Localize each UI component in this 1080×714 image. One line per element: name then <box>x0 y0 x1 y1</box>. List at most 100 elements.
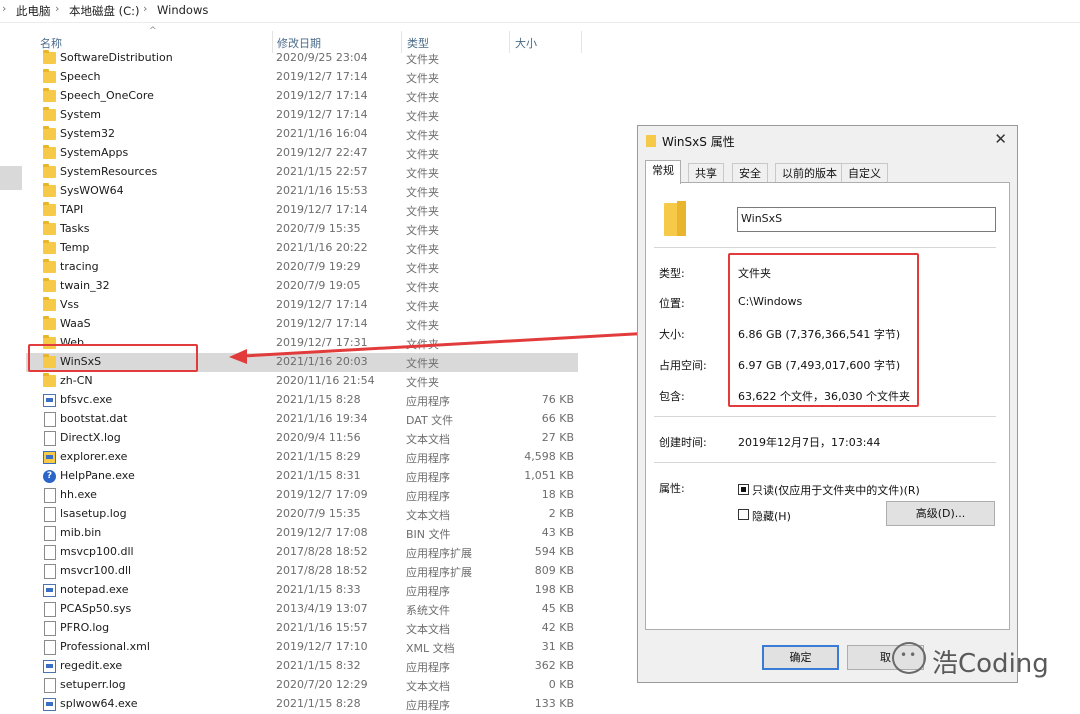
file-type: 文件夹 <box>406 243 439 256</box>
folder-name-input[interactable]: WinSxS <box>737 207 996 232</box>
file-row[interactable]: Speech 2019/12/7 17:14 文件夹 <box>26 68 578 87</box>
file-row[interactable]: bootstat.dat 2021/1/16 19:34 DAT 文件 66 KB <box>26 410 578 429</box>
folder-icon <box>43 316 56 330</box>
exe-icon <box>43 698 56 711</box>
file-row[interactable]: PFRO.log 2021/1/16 15:57 文本文档 42 KB <box>26 619 578 638</box>
file-row[interactable]: DirectX.log 2020/9/4 11:56 文本文档 27 KB <box>26 429 578 448</box>
file-type: 应用程序扩展 <box>406 547 472 560</box>
folder-icon <box>43 183 56 197</box>
file-date: 2021/1/15 8:28 <box>276 697 361 710</box>
file-size: 2 KB <box>548 507 574 520</box>
file-row[interactable]: notepad.exe 2021/1/15 8:33 应用程序 198 KB <box>26 581 578 600</box>
file-size: 66 KB <box>541 412 574 425</box>
file-size: 42 KB <box>541 621 574 634</box>
file-name: lsasetup.log <box>60 507 127 520</box>
attributes-label: 属性: <box>659 482 685 495</box>
hidden-checkbox[interactable] <box>738 509 749 520</box>
file-row[interactable]: Speech_OneCore 2019/12/7 17:14 文件夹 <box>26 87 578 106</box>
file-size: 1,051 KB <box>524 469 574 482</box>
file-row[interactable]: SysWOW64 2021/1/16 15:53 文件夹 <box>26 182 578 201</box>
file-type: 文件夹 <box>406 281 439 294</box>
folder-icon <box>43 88 56 102</box>
file-row[interactable]: tracing 2020/7/9 19:29 文件夹 <box>26 258 578 277</box>
file-name: msvcr100.dll <box>60 564 132 577</box>
file-type: 文本文档 <box>406 680 450 693</box>
file-row[interactable]: twain_32 2020/7/9 19:05 文件夹 <box>26 277 578 296</box>
file-icon <box>44 412 56 427</box>
file-row[interactable]: System32 2021/1/16 16:04 文件夹 <box>26 125 578 144</box>
breadcrumb-local-disk[interactable]: 本地磁盘 (C:) <box>69 3 140 19</box>
file-type: 文件夹 <box>406 72 439 85</box>
advanced-button[interactable]: 高级(D)... <box>886 501 995 526</box>
file-name: regedit.exe <box>60 659 123 672</box>
file-name: hh.exe <box>60 488 97 501</box>
hidden-label[interactable]: 隐藏(H) <box>752 508 791 524</box>
file-type: 文件夹 <box>406 53 439 66</box>
file-row[interactable]: System 2019/12/7 17:14 文件夹 <box>26 106 578 125</box>
file-row[interactable]: setuperr.log 2020/7/20 12:29 文本文档 0 KB <box>26 676 578 695</box>
file-size: 362 KB <box>534 659 574 672</box>
tab-customize[interactable]: 自定义 <box>841 163 888 183</box>
file-row[interactable]: Temp 2021/1/16 20:22 文件夹 <box>26 239 578 258</box>
help-file-icon <box>44 488 56 503</box>
highlight-box <box>728 253 919 407</box>
column-divider[interactable] <box>581 31 582 53</box>
tab-sharing[interactable]: 共享 <box>688 163 724 183</box>
tab-previous-versions[interactable]: 以前的版本 <box>775 163 844 183</box>
help-icon: ? <box>43 470 56 483</box>
file-size: 0 KB <box>548 678 574 691</box>
file-row[interactable]: msvcr100.dll 2017/8/28 18:52 应用程序扩展 809 KB <box>26 562 578 581</box>
breadcrumb-windows[interactable]: Windows <box>157 3 208 17</box>
exe-icon <box>43 660 56 673</box>
file-name: SystemApps <box>60 146 129 159</box>
breadcrumb-this-pc[interactable]: 此电脑 <box>16 3 51 19</box>
file-date: 2020/7/9 19:29 <box>276 260 361 273</box>
contains-label: 包含: <box>659 390 685 403</box>
file-date: 2021/1/16 19:34 <box>276 412 368 425</box>
file-row[interactable]: mib.bin 2019/12/7 17:08 BIN 文件 43 KB <box>26 524 578 543</box>
sort-ascending-icon: ^ <box>149 26 157 36</box>
tab-security[interactable]: 安全 <box>732 163 768 183</box>
file-row[interactable]: SystemResources 2021/1/15 22:57 文件夹 <box>26 163 578 182</box>
explorer-icon <box>43 451 56 464</box>
file-row[interactable]: regedit.exe 2021/1/15 8:32 应用程序 362 KB <box>26 657 578 676</box>
file-row[interactable]: SoftwareDistribution 2020/9/25 23:04 文件夹 <box>26 49 578 68</box>
file-row[interactable]: Tasks 2020/7/9 15:35 文件夹 <box>26 220 578 239</box>
file-row[interactable]: hh.exe 2019/12/7 17:09 应用程序 18 KB <box>26 486 578 505</box>
divider <box>654 416 996 417</box>
created-value: 2019年12月7日，17:03:44 <box>738 436 881 449</box>
file-row[interactable]: SystemApps 2019/12/7 22:47 文件夹 <box>26 144 578 163</box>
file-row[interactable]: Vss 2019/12/7 17:14 文件夹 <box>26 296 578 315</box>
file-row[interactable]: PCASp50.sys 2013/4/19 13:07 系统文件 45 KB <box>26 600 578 619</box>
ok-button[interactable]: 确定 <box>762 645 839 670</box>
file-row[interactable]: ? HelpPane.exe 2021/1/15 8:31 应用程序 1,051 KB <box>26 467 578 486</box>
file-row[interactable]: explorer.exe 2021/1/15 8:29 应用程序 4,598 KB <box>26 448 578 467</box>
file-name: HelpPane.exe <box>60 469 135 482</box>
file-row[interactable]: splwow64.exe 2021/1/15 8:28 应用程序 133 KB <box>26 695 578 714</box>
file-row[interactable]: zh-CN 2020/11/16 21:54 文件夹 <box>26 372 578 391</box>
file-row[interactable]: lsasetup.log 2020/7/9 15:35 文本文档 2 KB <box>26 505 578 524</box>
file-icon <box>44 621 56 636</box>
file-date: 2019/12/7 17:14 <box>276 298 368 311</box>
file-name: zh-CN <box>60 374 93 387</box>
file-size: 76 KB <box>541 393 574 406</box>
close-icon[interactable]: ✕ <box>994 130 1007 148</box>
file-date: 2021/1/15 8:32 <box>276 659 361 672</box>
file-row[interactable]: bfsvc.exe 2021/1/15 8:28 应用程序 76 KB <box>26 391 578 410</box>
tab-general[interactable]: 常规 <box>645 160 681 184</box>
file-row[interactable]: msvcp100.dll 2017/8/28 18:52 应用程序扩展 594 KB <box>26 543 578 562</box>
file-date: 2017/8/28 18:52 <box>276 545 368 558</box>
file-name: Vss <box>60 298 79 311</box>
chevron-right-icon: › <box>55 2 60 15</box>
file-type: 应用程序扩展 <box>406 566 472 579</box>
properties-dialog: WinSxS 属性 ✕ 常规 共享 安全 以前的版本 自定义 WinSxS 类型… <box>637 125 1018 683</box>
file-type: DAT 文件 <box>406 414 454 427</box>
file-size: 4,598 KB <box>524 450 574 463</box>
file-row[interactable]: TAPI 2019/12/7 17:14 文件夹 <box>26 201 578 220</box>
file-size: 198 KB <box>534 583 574 596</box>
file-date: 2019/12/7 22:47 <box>276 146 368 159</box>
file-row[interactable]: Professional.xml 2019/12/7 17:10 XML 文档 31 … <box>26 638 578 657</box>
nav-pane-selection[interactable] <box>0 166 22 190</box>
readonly-checkbox[interactable] <box>738 484 749 495</box>
readonly-label[interactable]: 只读(仅应用于文件夹中的文件)(R) <box>752 482 920 498</box>
